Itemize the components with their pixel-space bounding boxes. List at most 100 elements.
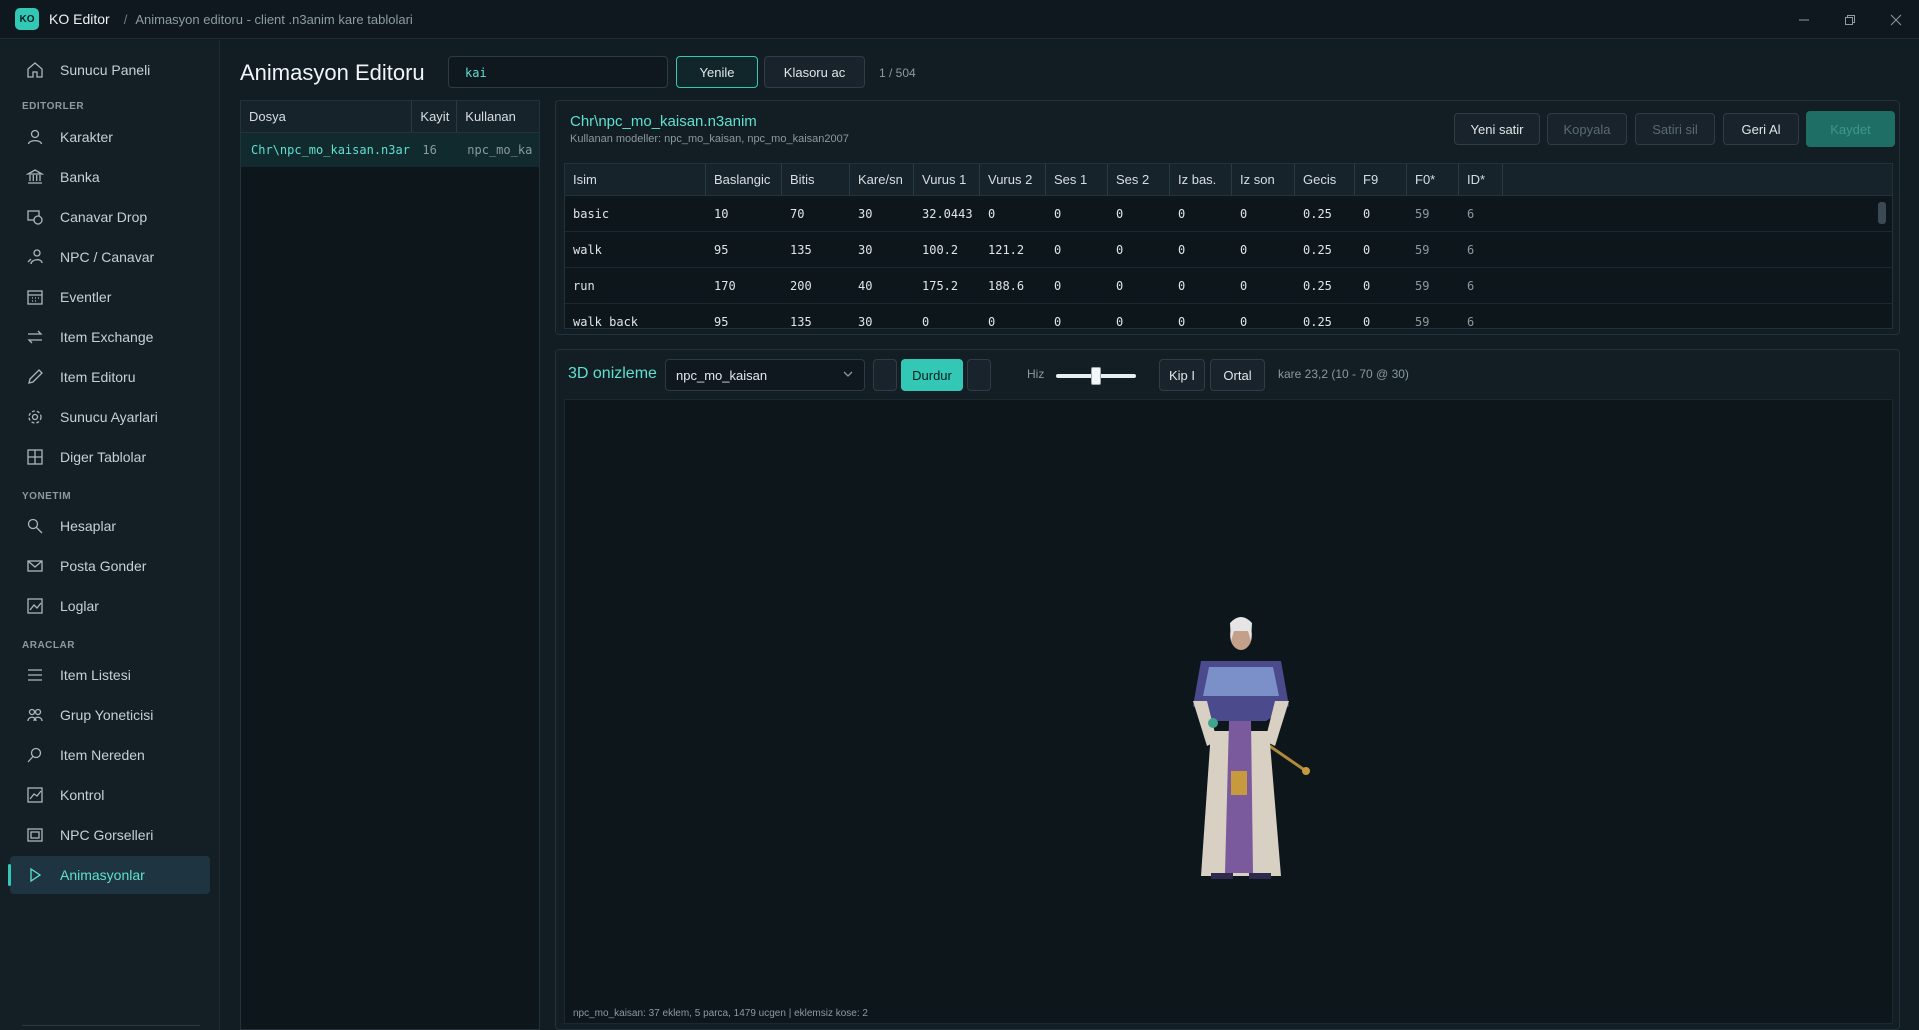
table-scrollbar[interactable] — [1878, 202, 1886, 224]
sidebar-item-npc-canavar[interactable]: NPC / Canavar — [10, 238, 210, 276]
table-cell[interactable]: 0.25 — [1295, 232, 1355, 267]
table-cell[interactable]: 0.25 — [1295, 304, 1355, 329]
sidebar-item-karakter[interactable]: Karakter — [10, 118, 210, 156]
table-cell[interactable]: 0 — [1108, 304, 1170, 329]
sidebar-item-banka[interactable]: Banka — [10, 158, 210, 196]
sidebar-item-item-nereden[interactable]: Item Nereden — [10, 736, 210, 774]
sidebar-item-item-editoru[interactable]: Item Editoru — [10, 358, 210, 396]
column-header[interactable]: Iz son — [1232, 164, 1295, 195]
table-cell[interactable]: 188.6 — [980, 268, 1046, 303]
column-header[interactable]: Iz bas. — [1170, 164, 1232, 195]
sidebar-item-posta-gonder[interactable]: Posta Gonder — [10, 547, 210, 585]
table-cell[interactable]: 6 — [1459, 196, 1503, 231]
stop-button[interactable]: Durdur — [901, 359, 963, 391]
sidebar-item-grup-yoneticisi[interactable]: Grup Yoneticisi — [10, 696, 210, 734]
new-row-button[interactable]: Yeni satir — [1454, 113, 1540, 145]
sidebar-item-sunucu-ayarlari[interactable]: Sunucu Ayarlari — [10, 398, 210, 436]
table-cell[interactable]: 0 — [1232, 232, 1295, 267]
list-item[interactable]: Chr\npc_mo_kaisan.n3ar 16 npc_mo_ka — [241, 133, 539, 167]
table-cell[interactable]: 6 — [1459, 304, 1503, 329]
table-cell[interactable]: 175.2 — [914, 268, 980, 303]
column-header[interactable]: F9 — [1355, 164, 1407, 195]
refresh-button[interactable]: Yenile — [676, 56, 758, 88]
table-cell[interactable]: 30 — [850, 304, 914, 329]
minimize-button[interactable] — [1781, 0, 1827, 39]
restore-button[interactable] — [1827, 0, 1873, 39]
column-header[interactable]: Vurus 1 — [914, 164, 980, 195]
table-cell[interactable]: 6 — [1459, 232, 1503, 267]
column-header[interactable]: Gecis — [1295, 164, 1355, 195]
table-cell[interactable]: 0 — [1170, 196, 1232, 231]
table-cell[interactable]: 59 — [1407, 268, 1459, 303]
sidebar-item-eventler[interactable]: Eventler — [10, 278, 210, 316]
table-cell[interactable]: 70 — [782, 196, 850, 231]
table-cell[interactable]: 0 — [1046, 196, 1108, 231]
table-cell[interactable]: 0 — [980, 196, 1046, 231]
undo-button[interactable]: Geri Al — [1723, 113, 1799, 145]
delete-row-button[interactable]: Satiri sil — [1635, 113, 1715, 145]
table-cell[interactable]: 100.2 — [914, 232, 980, 267]
table-cell[interactable]: 32.0443 — [914, 196, 980, 231]
table-cell[interactable]: 0 — [1046, 304, 1108, 329]
copy-button[interactable]: Kopyala — [1547, 113, 1627, 145]
save-button[interactable]: Kaydet — [1806, 111, 1895, 147]
table-cell[interactable]: 30 — [850, 232, 914, 267]
sidebar-item-animasyonlar[interactable]: Animasyonlar — [8, 856, 210, 894]
table-cell[interactable]: 0.25 — [1295, 196, 1355, 231]
column-header-dosya[interactable]: Dosya — [241, 101, 413, 132]
table-cell[interactable]: 0 — [1046, 268, 1108, 303]
sidebar-item-canavar-drop[interactable]: Canavar Drop — [10, 198, 210, 236]
table-cell[interactable]: walk — [565, 232, 706, 267]
close-button[interactable] — [1873, 0, 1919, 39]
sidebar-item-sunucu-paneli[interactable]: Sunucu Paneli — [10, 51, 210, 89]
table-row[interactable]: walk_back 95 135 30 0 0 0 0 0 0 0.25 0 59 6 — [565, 304, 1892, 329]
3d-viewport[interactable]: npc_mo_kaisan: 37 eklem, 5 parca, 1479 u… — [564, 399, 1893, 1024]
mode-button[interactable]: Kip I — [1159, 359, 1205, 391]
table-cell[interactable]: run — [565, 268, 706, 303]
column-header[interactable]: Bitis — [782, 164, 850, 195]
table-cell[interactable]: 0 — [1355, 196, 1407, 231]
center-button[interactable]: Ortal — [1210, 359, 1265, 391]
previous-frame-button[interactable] — [873, 359, 897, 391]
table-cell[interactable]: 0 — [1046, 232, 1108, 267]
table-cell[interactable]: 170 — [706, 268, 782, 303]
table-cell[interactable]: 0 — [1170, 232, 1232, 267]
table-row[interactable]: run 170 200 40 175.2 188.6 0 0 0 0 0.25 0 59 6 — [565, 268, 1892, 304]
table-cell[interactable]: 0 — [1232, 304, 1295, 329]
speed-slider-handle[interactable] — [1091, 367, 1101, 385]
next-frame-button[interactable] — [967, 359, 991, 391]
table-cell[interactable]: 0 — [914, 304, 980, 329]
table-cell[interactable]: basic — [565, 196, 706, 231]
table-cell[interactable]: 0 — [1108, 268, 1170, 303]
open-folder-button[interactable]: Klasoru ac — [764, 56, 865, 88]
sidebar-item-item-exchange[interactable]: Item Exchange — [10, 318, 210, 356]
table-cell[interactable]: 0 — [1232, 196, 1295, 231]
table-cell[interactable]: 59 — [1407, 304, 1459, 329]
column-header[interactable]: ID* — [1459, 164, 1503, 195]
column-header[interactable]: F0* — [1407, 164, 1459, 195]
table-cell[interactable]: 59 — [1407, 232, 1459, 267]
column-header[interactable]: Ses 1 — [1046, 164, 1108, 195]
table-cell[interactable]: 30 — [850, 196, 914, 231]
column-header[interactable]: Baslangic — [706, 164, 782, 195]
table-cell[interactable]: 0.25 — [1295, 268, 1355, 303]
sidebar-item-diger-tablolar[interactable]: Diger Tablolar — [10, 438, 210, 476]
column-header-kullanan[interactable]: Kullanan — [457, 101, 539, 132]
table-cell[interactable]: 6 — [1459, 268, 1503, 303]
table-cell[interactable]: 0 — [1355, 232, 1407, 267]
column-header-kayit[interactable]: Kayit — [412, 101, 458, 132]
table-cell[interactable]: 95 — [706, 304, 782, 329]
column-header[interactable]: Ses 2 — [1108, 164, 1170, 195]
column-header[interactable]: Isim — [565, 164, 706, 195]
search-input[interactable]: kai — [448, 56, 668, 88]
table-row[interactable]: basic 10 70 30 32.0443 0 0 0 0 0 0.25 0 59 6 — [565, 196, 1892, 232]
sidebar-item-item-listesi[interactable]: Item Listesi — [10, 656, 210, 694]
model-select[interactable]: npc_mo_kaisan — [665, 359, 865, 391]
table-cell[interactable]: 200 — [782, 268, 850, 303]
table-cell[interactable]: 121.2 — [980, 232, 1046, 267]
table-cell[interactable]: 0 — [1232, 268, 1295, 303]
column-header[interactable]: Kare/sn — [850, 164, 914, 195]
sidebar-item-kontrol[interactable]: Kontrol — [10, 776, 210, 814]
column-header[interactable]: Vurus 2 — [980, 164, 1046, 195]
sidebar-item-npc-gorselleri[interactable]: NPC Gorselleri — [10, 816, 210, 854]
